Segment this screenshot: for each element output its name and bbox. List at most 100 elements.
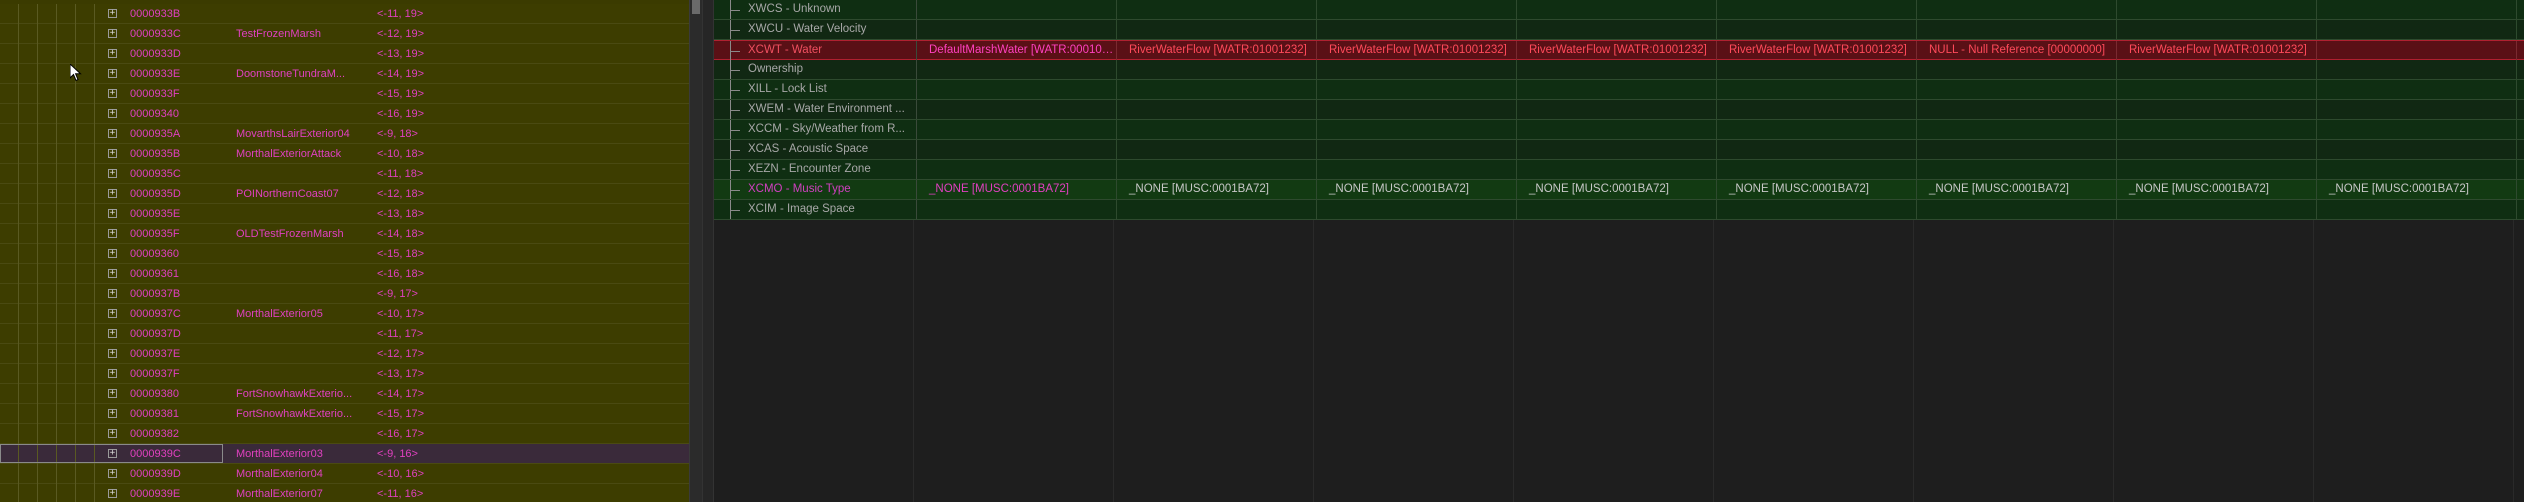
field-value-cell[interactable] — [1517, 120, 1717, 139]
tree-row[interactable]: +00009382 <-16, 17> — [0, 424, 689, 444]
expand-plus-icon[interactable]: + — [108, 309, 117, 318]
tree-row[interactable]: +0000935B MorthalExteriorAttack <-10, 18> — [0, 144, 689, 164]
record-field-row[interactable]: XWEM - Water Environment ... — [714, 100, 2524, 120]
scrollbar-thumb[interactable] — [692, 0, 700, 14]
record-field-row[interactable]: XCCM - Sky/Weather from R... — [714, 120, 2524, 140]
expand-plus-icon[interactable]: + — [108, 349, 117, 358]
expand-plus-icon[interactable]: + — [108, 269, 117, 278]
tree-row[interactable]: +0000939D MorthalExterior04 <-10, 16> — [0, 464, 689, 484]
tree-row[interactable]: +0000935A MovarthsLairExterior04 <-9, 18> — [0, 124, 689, 144]
field-value-cell[interactable] — [2317, 60, 2517, 79]
field-value-cell[interactable]: _NONE [MUSC:0001BA72] — [1117, 180, 1317, 199]
tree-vertical-scrollbar[interactable] — [689, 0, 702, 502]
field-value-cell[interactable] — [1717, 60, 1917, 79]
tree-row[interactable]: +0000935D POINorthernCoast07 <-12, 18> — [0, 184, 689, 204]
field-value-cell[interactable] — [1317, 80, 1517, 99]
field-value-cell[interactable] — [1717, 100, 1917, 119]
tree-row[interactable]: +0000937C MorthalExterior05 <-10, 17> — [0, 304, 689, 324]
expand-plus-icon[interactable]: + — [108, 389, 117, 398]
tree-row[interactable]: +00009361 <-16, 18> — [0, 264, 689, 284]
field-value-cell[interactable]: RiverWaterFlow [WATR:01001232] — [1717, 41, 1917, 60]
expand-plus-icon[interactable]: + — [108, 469, 117, 478]
field-value-cell[interactable] — [1317, 0, 1517, 19]
field-value-cell[interactable] — [1117, 100, 1317, 119]
tree-row[interactable]: +0000935E <-13, 18> — [0, 204, 689, 224]
field-value-cell[interactable] — [2117, 0, 2317, 19]
tree-row[interactable]: +0000937F <-13, 17> — [0, 364, 689, 384]
field-value-cell[interactable] — [917, 100, 1117, 119]
record-field-row[interactable]: XILL - Lock List — [714, 80, 2524, 100]
field-value-cell[interactable] — [1717, 0, 1917, 19]
field-value-cell[interactable] — [1717, 120, 1917, 139]
expand-plus-icon[interactable]: + — [108, 429, 117, 438]
field-value-cell[interactable] — [2317, 200, 2517, 219]
field-value-cell[interactable]: _NONE [MUSC:0001BA72] — [2317, 180, 2517, 199]
record-field-row[interactable]: XWCU - Water Velocity — [714, 20, 2524, 40]
field-value-cell[interactable] — [1917, 80, 2117, 99]
field-value-cell[interactable] — [2117, 100, 2317, 119]
field-value-cell[interactable] — [2317, 140, 2517, 159]
field-value-cell[interactable] — [1917, 200, 2117, 219]
field-value-cell[interactable] — [2317, 120, 2517, 139]
field-value-cell[interactable]: _NONE [MUSC:0001BA72] — [917, 180, 1117, 199]
expand-plus-icon[interactable]: + — [108, 9, 117, 18]
field-value-cell[interactable] — [917, 160, 1117, 179]
field-value-cell[interactable]: NULL - Null Reference [00000000] — [1917, 41, 2117, 60]
record-field-row[interactable]: Ownership — [714, 60, 2524, 80]
field-value-cell[interactable] — [2317, 80, 2517, 99]
field-value-cell[interactable] — [1517, 20, 1717, 39]
tree-row[interactable]: +0000933F <-15, 19> — [0, 84, 689, 104]
expand-plus-icon[interactable]: + — [108, 209, 117, 218]
field-value-cell[interactable] — [2117, 160, 2317, 179]
expand-plus-icon[interactable]: + — [108, 129, 117, 138]
tree-row[interactable]: +0000933B <-11, 19> — [0, 4, 689, 24]
field-value-cell[interactable] — [1317, 120, 1517, 139]
expand-plus-icon[interactable]: + — [108, 89, 117, 98]
field-value-cell[interactable] — [1717, 80, 1917, 99]
field-value-cell[interactable] — [1517, 60, 1717, 79]
field-value-cell[interactable] — [917, 80, 1117, 99]
field-value-cell[interactable] — [917, 140, 1117, 159]
expand-plus-icon[interactable]: + — [108, 49, 117, 58]
field-value-cell[interactable] — [1917, 120, 2117, 139]
field-value-cell[interactable] — [1317, 200, 1517, 219]
record-field-row[interactable]: XWCS - Unknown — [714, 0, 2524, 20]
field-value-cell[interactable] — [1917, 20, 2117, 39]
pane-splitter[interactable] — [702, 0, 714, 502]
tree-row[interactable]: +0000933C TestFrozenMarsh <-12, 19> — [0, 24, 689, 44]
field-value-cell[interactable] — [917, 120, 1117, 139]
field-value-cell[interactable] — [1717, 200, 1917, 219]
field-value-cell[interactable] — [1117, 20, 1317, 39]
expand-plus-icon[interactable]: + — [108, 229, 117, 238]
field-value-cell[interactable] — [2117, 60, 2317, 79]
expand-plus-icon[interactable]: + — [108, 409, 117, 418]
field-value-cell[interactable]: RiverWaterFlow [WATR:01001232] — [1317, 41, 1517, 60]
field-value-cell[interactable] — [917, 200, 1117, 219]
field-value-cell[interactable] — [2317, 20, 2517, 39]
expand-plus-icon[interactable]: + — [108, 149, 117, 158]
expand-plus-icon[interactable]: + — [108, 289, 117, 298]
field-value-cell[interactable]: _NONE [MUSC:0001BA72] — [1717, 180, 1917, 199]
field-value-cell[interactable] — [1117, 140, 1317, 159]
field-value-cell[interactable] — [1317, 160, 1517, 179]
field-value-cell[interactable]: RiverWaterFlow [WATR:01001232] — [2117, 41, 2317, 60]
field-value-cell[interactable] — [2117, 120, 2317, 139]
tree-row[interactable]: +0000937B <-9, 17> — [0, 284, 689, 304]
tree-row[interactable]: +0000937D <-11, 17> — [0, 324, 689, 344]
expand-plus-icon[interactable]: + — [108, 449, 117, 458]
field-value-cell[interactable] — [1517, 140, 1717, 159]
field-value-cell[interactable] — [1117, 120, 1317, 139]
expand-plus-icon[interactable]: + — [108, 29, 117, 38]
field-value-cell[interactable] — [2117, 140, 2317, 159]
field-value-cell[interactable]: RiverWaterFlow [WATR:01001232] — [1517, 41, 1717, 60]
field-value-cell[interactable]: _NONE [MUSC:0001BA72] — [1917, 180, 2117, 199]
tree-row[interactable]: +0000939C MorthalExterior03 <-9, 16> — [0, 444, 689, 464]
field-value-cell[interactable] — [2317, 100, 2517, 119]
record-field-row[interactable]: XCWT - Water DefaultMarshWater [WATR:0001… — [714, 40, 2524, 60]
field-value-cell[interactable] — [2317, 41, 2517, 60]
field-value-cell[interactable] — [1717, 160, 1917, 179]
field-value-cell[interactable] — [1317, 60, 1517, 79]
tree-row[interactable]: +0000933E DoomstoneTundraM... <-14, 19> — [0, 64, 689, 84]
field-value-cell[interactable] — [1917, 100, 2117, 119]
field-value-cell[interactable] — [2117, 20, 2317, 39]
